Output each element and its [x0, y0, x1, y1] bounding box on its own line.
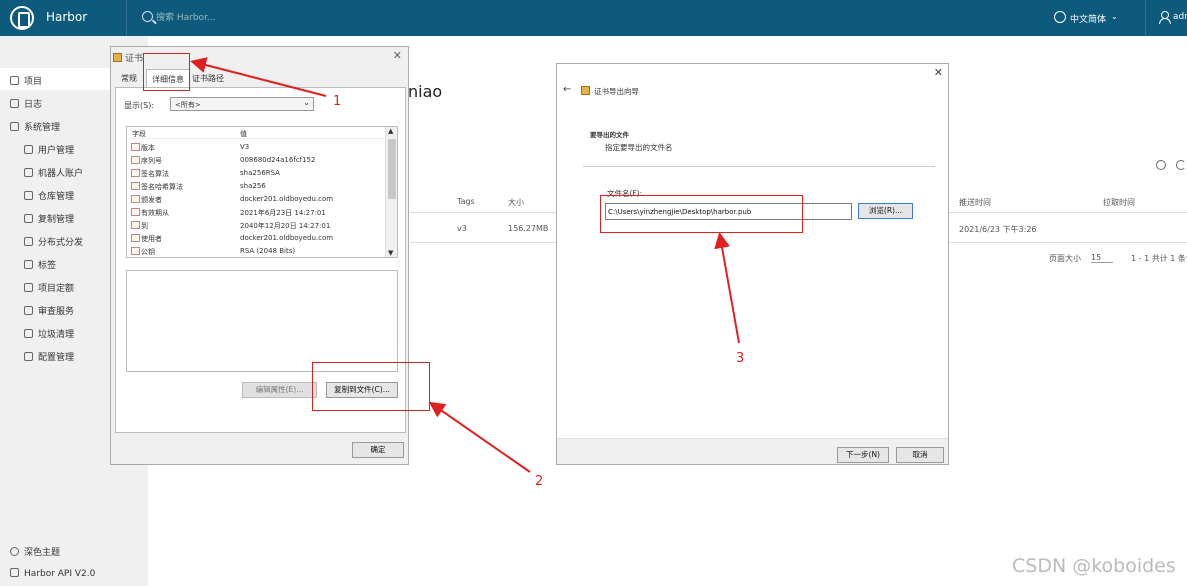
- watermark: CSDN @koboides: [1012, 555, 1176, 577]
- arrow-1: [190, 57, 327, 97]
- arrow-2: [428, 401, 531, 473]
- annotation-label-1: 1: [333, 94, 342, 109]
- annotation-arrows: [190, 57, 740, 473]
- arrow-3: [714, 232, 740, 344]
- annotation-label-3: 3: [736, 351, 745, 366]
- annotation-label-2: 2: [535, 474, 544, 489]
